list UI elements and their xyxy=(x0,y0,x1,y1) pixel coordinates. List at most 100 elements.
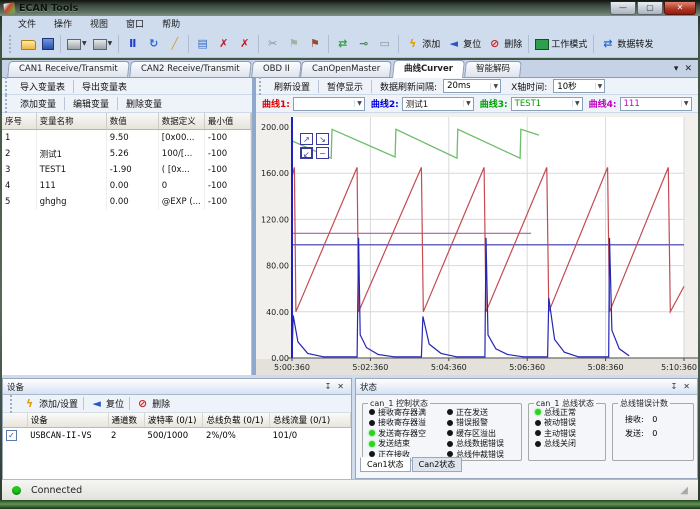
flag-stop-button[interactable]: ⚑ xyxy=(304,34,325,54)
refresh-settings-button[interactable]: 刷新设置 xyxy=(268,79,316,94)
delete-variable-button[interactable]: 删除变量 xyxy=(120,96,168,111)
cut-button[interactable]: ✂ xyxy=(262,34,283,54)
tab-0[interactable]: CAN1 Receive/Transmit xyxy=(7,61,129,77)
chart-zoom-button-2[interactable]: ↙ xyxy=(300,147,313,159)
reset-button[interactable]: ◄复位 xyxy=(443,34,484,54)
device-row[interactable]: ✓ USBCAN-II-VS 2 500/1000 2%/0% 101/0 xyxy=(3,428,351,444)
col-header-channels[interactable]: 通道数 xyxy=(108,413,144,428)
col-header-baud[interactable]: 波特率 (0/1) xyxy=(144,413,203,428)
chart-zoom-button-1[interactable]: ↘ xyxy=(316,133,329,145)
chart-zoom-button-0[interactable]: ↗ xyxy=(300,133,313,145)
resize-grip[interactable]: ◢ xyxy=(680,485,688,496)
delete-frame-button[interactable]: ✗ xyxy=(213,34,234,54)
window-button[interactable]: ▭ xyxy=(374,34,395,54)
minimize-icon[interactable] xyxy=(610,2,636,15)
tab-2[interactable]: OBD II xyxy=(251,61,301,77)
delete-button[interactable]: ⊘删除 xyxy=(484,34,525,54)
device-delete-button[interactable]: ⊘删除 xyxy=(132,394,173,414)
tab-list-dropdown-icon[interactable]: ▾ xyxy=(674,63,679,75)
led-off-icon xyxy=(447,420,453,426)
status-tab-0[interactable]: Can1状态 xyxy=(360,457,411,472)
curve4-select[interactable]: 111▼ xyxy=(620,97,692,111)
close-icon[interactable] xyxy=(664,2,696,15)
pin-icon[interactable]: ↧ xyxy=(668,382,681,391)
col-header-min[interactable]: 最小值 xyxy=(204,113,250,130)
curve-chart[interactable]: 200.00160.00120.0080.0040.000.005:00:360… xyxy=(256,113,698,375)
data-forward-button[interactable]: ⇄数据转发 xyxy=(597,34,656,54)
copy-data-button[interactable]: ▤ xyxy=(192,34,213,54)
col-header-name[interactable]: 变量名称 xyxy=(36,113,106,130)
edit-variable-button[interactable]: 编辑变量 xyxy=(67,96,115,111)
clear-button[interactable]: ╱ xyxy=(164,34,185,54)
close-icon[interactable]: ✕ xyxy=(334,382,347,391)
plug-icon: ⊸ xyxy=(356,37,371,51)
tab-3[interactable]: CanOpenMaster xyxy=(301,61,393,77)
import-variables-button[interactable]: 导入变量表 xyxy=(14,79,71,94)
col-header-definition[interactable]: 数据定义 xyxy=(158,113,204,130)
add-variable-button[interactable]: 添加变量 xyxy=(14,96,62,111)
delete-all-button[interactable]: ✗ xyxy=(234,34,255,54)
x-icon: ✗ xyxy=(237,37,252,51)
variable-row[interactable]: 19.50[0x00...-100 xyxy=(2,130,251,147)
toolbar-grip[interactable] xyxy=(9,35,15,53)
device-config-dropdown[interactable]: ▼ xyxy=(90,34,116,54)
device-reset-button[interactable]: ◄复位 xyxy=(86,394,127,414)
x-axis-time-select[interactable]: 10秒 ▼ xyxy=(553,79,605,93)
col-header-busload[interactable]: 总线负载 (0/1) xyxy=(203,413,270,428)
device-add-settings-button[interactable]: ϟ添加/设置 xyxy=(19,394,81,414)
tab-5[interactable]: 智能解码 xyxy=(464,61,522,77)
toolbar-grip[interactable] xyxy=(5,77,11,95)
status-led-item: 发送结束 xyxy=(369,439,445,450)
toolbar-grip[interactable] xyxy=(259,77,265,95)
pause-display-button[interactable]: 暂停显示 xyxy=(321,79,369,94)
close-icon[interactable]: ✕ xyxy=(680,382,693,391)
refresh-button[interactable]: ↻ xyxy=(143,34,164,54)
add-device-dropdown[interactable]: ▼ xyxy=(64,34,90,54)
col-header-device[interactable]: 设备 xyxy=(27,413,108,428)
curve2-select[interactable]: 测试1▼ xyxy=(402,97,474,111)
variable-row[interactable]: 5ghghg0.00@EXP (...-100 xyxy=(2,194,251,210)
chart-zoom-button-3[interactable]: − xyxy=(316,147,329,159)
pin-icon[interactable]: ↧ xyxy=(322,382,335,391)
variable-row[interactable]: 2测试15.26100/[...-100 xyxy=(2,146,251,162)
exchange-button[interactable]: ⇄ xyxy=(332,34,353,54)
variable-row[interactable]: 41110.000-100 xyxy=(2,178,251,194)
tab-4[interactable]: 曲线Curver xyxy=(392,60,465,78)
device-checkbox[interactable]: ✓ xyxy=(6,430,17,441)
menu-item-2[interactable]: 视图 xyxy=(82,16,116,31)
status-tab-1[interactable]: Can2状态 xyxy=(412,457,463,472)
variables-toolbar-1: 导入变量表 导出变量表 xyxy=(2,78,252,95)
chevron-down-icon: ▼ xyxy=(681,100,691,107)
menu-item-0[interactable]: 文件 xyxy=(10,16,44,31)
export-variables-button[interactable]: 导出变量表 xyxy=(76,79,133,94)
scissors-icon: ✂ xyxy=(265,37,280,51)
pause-button[interactable]: Ⅱ xyxy=(122,34,143,54)
variable-cell: -100 xyxy=(204,194,250,210)
monitor-icon xyxy=(535,39,549,50)
chart-zoom-pad: ↗↘↙− xyxy=(300,133,330,159)
menu-item-4[interactable]: 帮助 xyxy=(154,16,188,31)
curve1-select[interactable]: ▼ xyxy=(293,97,365,111)
flag-start-button[interactable]: ⚑ xyxy=(283,34,304,54)
refresh-interval-select[interactable]: 20ms ▼ xyxy=(443,79,501,93)
tab-close-icon[interactable]: ✕ xyxy=(684,63,692,75)
add-button[interactable]: ϟ添加 xyxy=(402,34,443,54)
toolbar-grip[interactable] xyxy=(10,395,16,413)
menu-item-3[interactable]: 窗口 xyxy=(118,16,152,31)
curve3-select[interactable]: TEST1▼ xyxy=(511,97,583,111)
open-file-button[interactable] xyxy=(18,34,39,54)
menu-item-1[interactable]: 操作 xyxy=(46,16,80,31)
tab-1[interactable]: CAN2 Receive/Transmit xyxy=(129,61,251,77)
col-header-busflow[interactable]: 总线流量 (0/1) xyxy=(270,413,351,428)
titlebar[interactable]: ECAN Tools xyxy=(0,0,700,16)
maximize-icon[interactable] xyxy=(637,2,663,15)
toolbar-grip[interactable] xyxy=(5,95,11,113)
col-header-value[interactable]: 数值 xyxy=(106,113,158,130)
variable-row[interactable]: 3TEST1-1.90( [0x...-100 xyxy=(2,162,251,178)
tab-label: CanOpenMaster xyxy=(312,62,380,77)
connect-button[interactable]: ⊸ xyxy=(353,34,374,54)
col-header-index[interactable]: 序号 xyxy=(2,113,36,130)
device-icon xyxy=(67,39,81,50)
work-mode-button[interactable]: 工作模式 xyxy=(532,34,590,54)
save-button[interactable] xyxy=(39,34,57,54)
